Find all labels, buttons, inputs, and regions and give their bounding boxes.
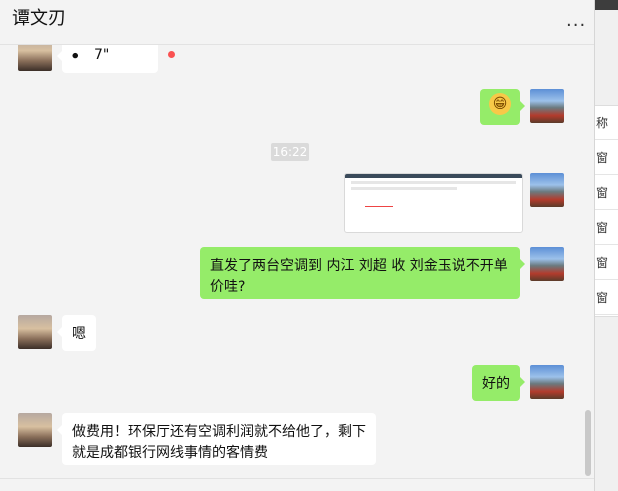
scrollbar[interactable]	[585, 410, 591, 476]
side-list-item[interactable]: 窗	[595, 176, 618, 210]
voice-wave-icon: ⦁	[72, 48, 79, 63]
text-message[interactable]: 直发了两台空调到 内江 刘超 收 刘金玉说不开单价哇?	[200, 247, 525, 299]
image-titlebar	[345, 174, 522, 178]
text-message[interactable]: 做费用！环保厅还有空调利润就不给他了，剩下就是成都银行网线事情的客情费	[57, 413, 376, 465]
unread-dot	[168, 51, 175, 58]
image-message[interactable]	[344, 173, 523, 233]
side-list-item[interactable]: 窗	[595, 246, 618, 280]
divider	[0, 478, 594, 479]
voice-duration: 7"	[94, 47, 110, 63]
text-message[interactable]: 好的	[472, 365, 525, 401]
side-list-item[interactable]: 称	[595, 106, 618, 140]
voice-message[interactable]: ⦁ 7"	[57, 45, 158, 73]
chat-title: 谭文刃	[12, 8, 66, 29]
self-avatar[interactable]	[530, 89, 564, 123]
text-message[interactable]: 嗯	[57, 315, 96, 351]
contact-avatar[interactable]	[18, 45, 52, 71]
self-avatar[interactable]	[530, 247, 564, 281]
message-list[interactable]: ⦁ 7" 😁 16:22 直发了两台空调到 内江 刘超 收 刘金玉说不开单价哇? …	[0, 45, 594, 476]
side-list-item[interactable]: 窗	[595, 141, 618, 175]
side-window: 称 窗 窗 窗 窗 窗	[594, 0, 618, 491]
side-list: 称 窗 窗 窗 窗 窗	[595, 105, 618, 317]
chat-header: 谭文刃 ...	[0, 0, 594, 45]
contact-avatar[interactable]	[18, 413, 52, 447]
grin-emoji-icon: 😁	[489, 93, 511, 115]
self-avatar[interactable]	[530, 173, 564, 207]
side-list-item[interactable]: 窗	[595, 211, 618, 245]
side-list-item[interactable]: 窗	[595, 281, 618, 315]
self-avatar[interactable]	[530, 365, 564, 399]
more-options-icon[interactable]: ...	[566, 10, 586, 31]
side-window-titlebar	[595, 0, 618, 10]
contact-avatar[interactable]	[18, 315, 52, 349]
timestamp: 16:22	[271, 143, 309, 161]
